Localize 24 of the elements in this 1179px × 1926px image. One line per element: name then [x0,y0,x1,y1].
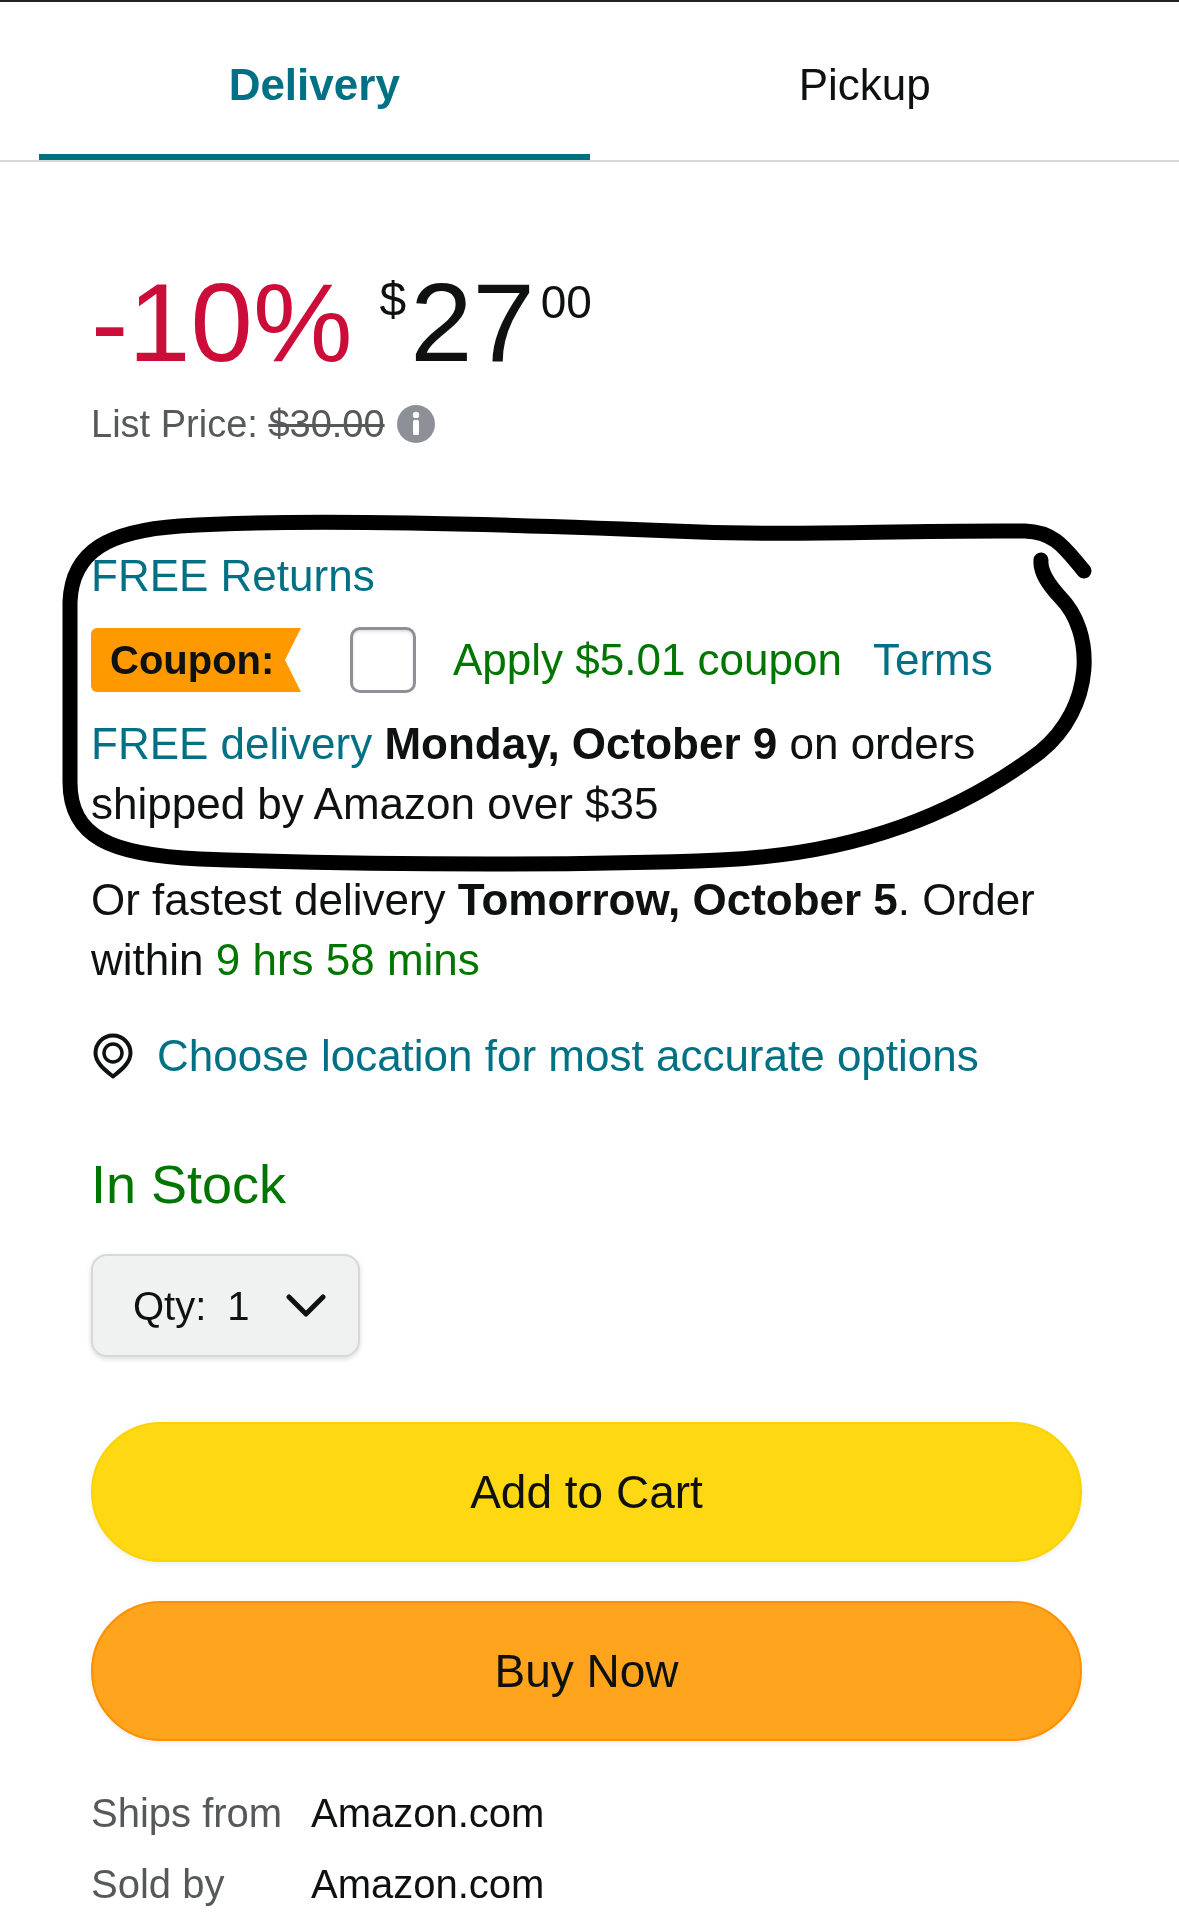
buy-now-button[interactable]: Buy Now [91,1601,1082,1741]
tab[interactable]: Delivery [39,2,590,160]
seller-info-value: Amazon.com [311,1790,545,1837]
quantity-dropdown[interactable]: Qty: 1 [91,1254,360,1357]
stock-status: In Stock [91,1153,287,1216]
free-returns-link[interactable]: FREE Returns [91,546,375,606]
coupon-checkbox[interactable] [350,627,416,693]
location-pin-icon [93,1033,133,1079]
add-to-cart-button[interactable]: Add to Cart [91,1422,1082,1562]
delivery-info: FREE delivery Monday, October 9 on orders shipped by Amazon over $35 [91,718,977,830]
coupon-badge: Coupon: [91,628,301,692]
seller-info-value: Amazon.com [311,1861,545,1908]
info-icon[interactable] [396,405,435,443]
discount-percentage: -10% [91,267,353,379]
apply-coupon-label[interactable]: Apply $5.01 coupon [453,630,842,690]
chevron-down-icon [285,1293,326,1318]
seller-info-label: Sold by [91,1861,226,1908]
fastest-delivery-info: Or fastest delivery Tomorrow, October 5. Order within 9 hrs 58 mins [91,874,1036,986]
free-delivery-link[interactable]: FREE delivery [91,719,373,768]
terms-link[interactable]: Terms [873,630,993,690]
seller-info-label: Ships from [91,1790,284,1837]
tab[interactable]: Pickup [589,2,1140,160]
choose-location-link[interactable]: Choose location for most accurate options [91,1026,979,1086]
list-price: List Price: $30.00 [91,402,385,447]
